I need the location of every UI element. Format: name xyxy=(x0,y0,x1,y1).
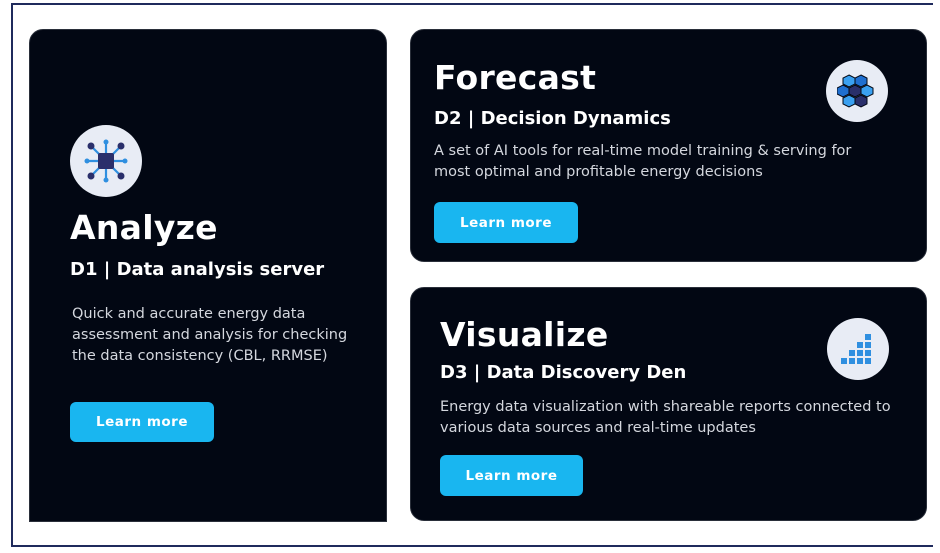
brain-hexagon-icon xyxy=(826,60,888,122)
card-title: Visualize xyxy=(440,315,609,354)
forecast-card: Forecast D2 | Decision Dynamics A set of… xyxy=(410,29,927,262)
forecast-learn-more-button[interactable]: Learn more xyxy=(434,202,578,243)
analyze-learn-more-button[interactable]: Learn more xyxy=(70,402,214,442)
analyze-card: Analyze D1 | Data analysis server Quick … xyxy=(29,29,387,522)
bar-grid-chart-icon xyxy=(827,318,889,380)
card-description: Energy data visualization with shareable… xyxy=(440,399,891,436)
card-description: Quick and accurate energy data assessmen… xyxy=(72,306,348,364)
visualize-card: Visualize D3 | Data Discovery Den Energy… xyxy=(410,287,927,521)
card-subtitle: D1 | Data analysis server xyxy=(70,259,325,280)
card-description: A set of AI tools for real-time model tr… xyxy=(434,143,852,180)
card-title: Forecast xyxy=(434,58,597,97)
visualize-learn-more-button[interactable]: Learn more xyxy=(440,455,583,496)
network-nodes-icon xyxy=(70,125,142,197)
card-title: Analyze xyxy=(70,208,218,247)
card-subtitle: D3 | Data Discovery Den xyxy=(440,362,687,383)
card-subtitle: D2 | Decision Dynamics xyxy=(434,108,671,129)
